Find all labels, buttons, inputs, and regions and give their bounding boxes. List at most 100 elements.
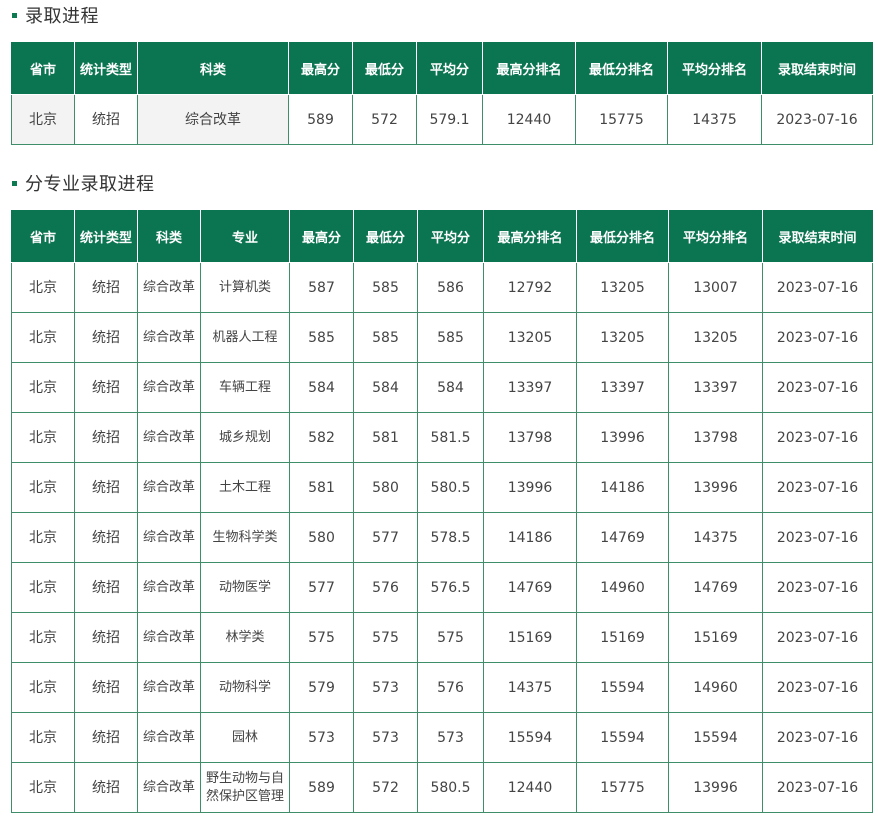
table-cell: 13205 bbox=[576, 262, 669, 313]
table-cell: 综合改革 bbox=[137, 94, 289, 145]
column-header: 省市 bbox=[11, 210, 75, 263]
column-header: 录取结束时间 bbox=[762, 210, 873, 263]
table-cell: 576 bbox=[353, 562, 418, 613]
table-cell: 2023-07-16 bbox=[761, 94, 873, 145]
table-cell: 14375 bbox=[668, 512, 763, 563]
table-cell: 计算机类 bbox=[200, 262, 290, 313]
table-cell: 综合改革 bbox=[137, 662, 201, 713]
table-row: 北京 统招 综合改革 589 572 579.1 12440 15775 14375 2023-0… bbox=[11, 94, 873, 145]
table-cell: 2023-07-16 bbox=[762, 662, 873, 713]
table-cell: 统招 bbox=[74, 362, 138, 413]
table-cell: 2023-07-16 bbox=[762, 412, 873, 463]
table-cell: 13007 bbox=[668, 262, 763, 313]
table-row: 北京 统招 综合改革 计算机类 587 585 586 12792 13205 13007 2023… bbox=[11, 262, 873, 313]
table-cell: 15169 bbox=[576, 612, 669, 663]
table-cell: 北京 bbox=[11, 362, 75, 413]
table-cell: 野生动物与自然保护区管理 bbox=[200, 762, 290, 813]
column-header: 录取结束时间 bbox=[761, 42, 873, 95]
table-cell: 576.5 bbox=[417, 562, 484, 613]
table-cell: 576 bbox=[417, 662, 484, 713]
table-cell: 13996 bbox=[576, 412, 669, 463]
table-header-row: 省市 统计类型 科类 专业 最高分 最低分 平均分 最高分排名 最低分排名 平均分排名 录取结束时间 bbox=[11, 210, 873, 263]
table-cell: 587 bbox=[289, 262, 354, 313]
table-cell: 综合改革 bbox=[137, 512, 201, 563]
table-cell: 12440 bbox=[482, 94, 576, 145]
table-cell: 统招 bbox=[74, 712, 138, 763]
table-cell: 综合改革 bbox=[137, 312, 201, 363]
table-row: 北京 统招 综合改革 动物医学 577 576 576.5 14769 14960 14769 20… bbox=[11, 562, 873, 613]
column-header: 平均分 bbox=[416, 42, 483, 95]
table-row: 北京 统招 综合改革 机器人工程 585 585 585 13205 13205 13205 202… bbox=[11, 312, 873, 363]
table-cell: 585 bbox=[353, 262, 418, 313]
table-cell: 577 bbox=[353, 512, 418, 563]
table-cell: 585 bbox=[417, 312, 484, 363]
table-cell: 统招 bbox=[74, 462, 138, 513]
table-cell: 13798 bbox=[483, 412, 577, 463]
table-cell: 584 bbox=[353, 362, 418, 413]
section-title-admission-progress: 录取进程 bbox=[10, 2, 99, 28]
table-cell: 15775 bbox=[575, 94, 668, 145]
section-title-text: 分专业录取进程 bbox=[25, 174, 155, 195]
table-cell: 584 bbox=[417, 362, 484, 413]
table-cell: 14769 bbox=[483, 562, 577, 613]
table-cell: 统招 bbox=[74, 262, 138, 313]
table-cell: 580.5 bbox=[417, 462, 484, 513]
table-cell: 15775 bbox=[576, 762, 669, 813]
column-header: 最低分排名 bbox=[576, 210, 669, 263]
table-row: 北京 统招 综合改革 园林 573 573 573 15594 15594 15594 2023-0… bbox=[11, 712, 873, 763]
table-cell: 585 bbox=[353, 312, 418, 363]
table-cell: 2023-07-16 bbox=[762, 462, 873, 513]
table-cell: 581 bbox=[353, 412, 418, 463]
table-row: 北京 统招 综合改革 车辆工程 584 584 584 13397 13397 13397 2023… bbox=[11, 362, 873, 413]
table-cell: 北京 bbox=[11, 94, 75, 145]
table-cell: 573 bbox=[353, 662, 418, 713]
table-cell: 统招 bbox=[74, 512, 138, 563]
table-cell: 586 bbox=[417, 262, 484, 313]
table-cell: 13397 bbox=[483, 362, 577, 413]
table-cell: 579.1 bbox=[416, 94, 483, 145]
table-cell: 2023-07-16 bbox=[762, 512, 873, 563]
table-row: 北京 统招 综合改革 土木工程 581 580 580.5 13996 14186 13996 20… bbox=[11, 462, 873, 513]
table-cell: 生物科学类 bbox=[200, 512, 290, 563]
table-cell: 2023-07-16 bbox=[762, 612, 873, 663]
table-cell: 统招 bbox=[74, 412, 138, 463]
table-cell: 572 bbox=[352, 94, 417, 145]
table-cell: 578.5 bbox=[417, 512, 484, 563]
column-header: 最高分排名 bbox=[483, 210, 577, 263]
table-cell: 14375 bbox=[667, 94, 762, 145]
column-header: 专业 bbox=[200, 210, 290, 263]
table-cell: 13996 bbox=[668, 762, 763, 813]
table-cell: 林学类 bbox=[200, 612, 290, 663]
table-cell: 北京 bbox=[11, 612, 75, 663]
table-cell: 综合改革 bbox=[137, 412, 201, 463]
table-cell: 北京 bbox=[11, 412, 75, 463]
table-cell: 575 bbox=[289, 612, 354, 663]
table-cell: 动物医学 bbox=[200, 562, 290, 613]
table-cell: 北京 bbox=[11, 462, 75, 513]
table-cell: 580 bbox=[289, 512, 354, 563]
table-cell: 统招 bbox=[74, 312, 138, 363]
table-cell: 统招 bbox=[74, 762, 138, 813]
table-row: 北京 统招 综合改革 生物科学类 580 577 578.5 14186 14769 14375 2… bbox=[11, 512, 873, 563]
table-cell: 15594 bbox=[576, 662, 669, 713]
major-admission-table: 省市 统计类型 科类 专业 最高分 最低分 平均分 最高分排名 最低分排名 平均分排名 录取结束时间… bbox=[11, 210, 873, 813]
table-cell: 12792 bbox=[483, 262, 577, 313]
table-cell: 13205 bbox=[668, 312, 763, 363]
column-header: 平均分排名 bbox=[667, 42, 762, 95]
table-cell: 14960 bbox=[668, 662, 763, 713]
table-cell: 572 bbox=[353, 762, 418, 813]
table-cell: 13397 bbox=[668, 362, 763, 413]
table-header-row: 省市 统计类型 科类 最高分 最低分 平均分 最高分排名 最低分排名 平均分排名 录取结束时间 bbox=[11, 42, 873, 95]
table-cell: 14186 bbox=[576, 462, 669, 513]
column-header: 最低分 bbox=[353, 210, 418, 263]
section-title-text: 录取进程 bbox=[25, 6, 99, 27]
table-cell: 15594 bbox=[576, 712, 669, 763]
column-header: 科类 bbox=[137, 210, 201, 263]
table-cell: 573 bbox=[289, 712, 354, 763]
table-cell: 综合改革 bbox=[137, 362, 201, 413]
column-header: 最高分排名 bbox=[482, 42, 576, 95]
table-cell: 13996 bbox=[668, 462, 763, 513]
table-cell: 573 bbox=[417, 712, 484, 763]
column-header: 最低分排名 bbox=[575, 42, 668, 95]
table-cell: 14769 bbox=[576, 512, 669, 563]
